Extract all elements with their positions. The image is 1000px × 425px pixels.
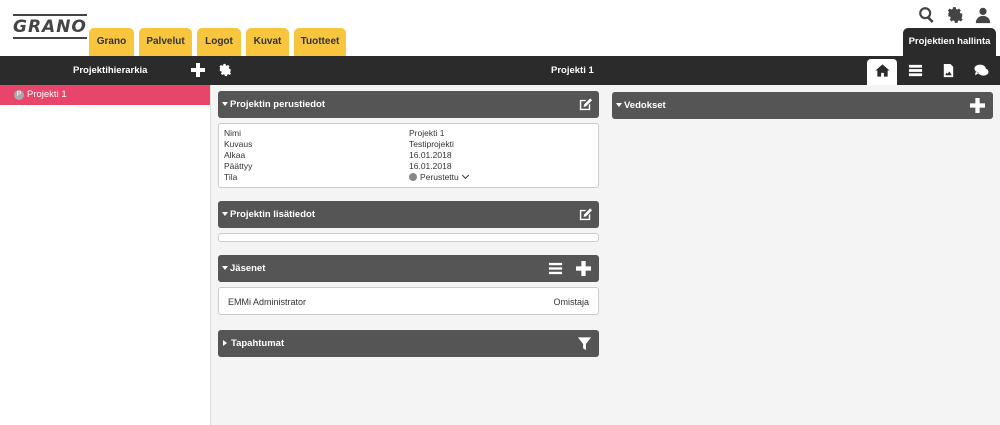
members-body: EMMi Administrator Omistaja xyxy=(218,287,599,315)
tab-palvelut[interactable]: Palvelut xyxy=(139,28,192,56)
basic-info-title: Projektin perustiedot xyxy=(230,99,326,110)
caret-down-icon xyxy=(222,266,228,271)
project-title: Projekti 1 xyxy=(551,65,594,76)
members-title: Jäsenet xyxy=(230,263,266,274)
extra-info-header[interactable]: Projektin lisätiedot xyxy=(218,201,599,228)
status-value: Perustettu xyxy=(420,172,459,182)
caret-right-icon xyxy=(223,340,227,347)
project-hierarchy-sidebar: P Projekti 1 xyxy=(0,85,211,425)
hierarchy-title: Projektihierarkia xyxy=(73,65,148,76)
view-tab-images[interactable] xyxy=(933,59,963,85)
label-description: Kuvaus xyxy=(224,139,253,149)
caret-down-icon xyxy=(222,212,228,217)
view-tab-comments[interactable] xyxy=(966,59,996,85)
extra-info-title: Projektin lisätiedot xyxy=(230,209,315,220)
label-name: Nimi xyxy=(224,128,241,138)
search-icon[interactable] xyxy=(918,6,936,24)
menu-icon[interactable] xyxy=(548,261,563,276)
member-role: Omistaja xyxy=(553,297,589,307)
label-start: Alkaa xyxy=(224,150,246,160)
grano-logo[interactable]: GRANO xyxy=(13,14,87,39)
label-status: Tila xyxy=(224,172,238,182)
view-tabs xyxy=(867,59,996,85)
edit-icon[interactable] xyxy=(578,207,593,222)
value-end: 16.01.2018 xyxy=(409,161,452,171)
caret-down-icon xyxy=(222,102,228,107)
project-badge: P xyxy=(14,90,24,100)
comments-icon xyxy=(973,63,989,81)
add-member-icon[interactable] xyxy=(576,261,591,276)
label-end: Päättyy xyxy=(224,161,253,171)
filter-icon[interactable] xyxy=(577,336,592,351)
add-proof-icon[interactable] xyxy=(970,98,985,113)
value-start: 16.01.2018 xyxy=(409,150,452,160)
caret-down-icon xyxy=(616,103,622,108)
list-icon xyxy=(908,63,923,81)
user-icon[interactable] xyxy=(974,6,992,24)
members-header[interactable]: Jäsenet xyxy=(218,255,599,282)
member-name: EMMi Administrator xyxy=(228,297,307,307)
events-title: Tapahtumat xyxy=(231,338,285,349)
basic-info-body: Nimi Projekti 1 Kuvaus Testiprojekti Alk… xyxy=(218,123,599,188)
content-area: Projektin perustiedot Nimi Projekti 1 Ku… xyxy=(211,85,1000,425)
value-description: Testiprojekti xyxy=(409,139,454,149)
home-icon xyxy=(874,63,890,81)
status-dropdown[interactable]: Perustettu xyxy=(409,171,469,182)
tab-project-management[interactable]: Projektien hallinta xyxy=(903,28,996,56)
tab-tuotteet[interactable]: Tuotteet xyxy=(294,28,346,56)
top-icons xyxy=(918,6,992,24)
gear-icon[interactable] xyxy=(946,6,964,24)
settings-gear-icon[interactable] xyxy=(218,63,232,77)
main-toolbar: Projektihierarkia Projekti 1 xyxy=(0,56,1000,85)
value-name: Projekti 1 xyxy=(409,128,445,138)
proofs-header[interactable]: Vedokset xyxy=(612,92,993,119)
tab-kuvat[interactable]: Kuvat xyxy=(246,28,289,56)
sidebar-item-project-1[interactable]: P Projekti 1 xyxy=(0,85,210,105)
view-tab-list[interactable] xyxy=(900,59,930,85)
basic-info-header[interactable]: Projektin perustiedot xyxy=(218,91,599,118)
image-icon xyxy=(941,63,956,81)
edit-icon[interactable] xyxy=(578,97,593,112)
view-tab-home[interactable] xyxy=(867,59,897,85)
chevron-down-icon xyxy=(461,171,469,180)
status-dot-icon xyxy=(409,173,417,181)
sidebar-item-label: Projekti 1 xyxy=(27,89,67,100)
main-nav-tabs: Grano Palvelut Logot Kuvat Tuotteet xyxy=(89,28,351,56)
tab-logot[interactable]: Logot xyxy=(197,28,241,56)
events-header[interactable]: Tapahtumat xyxy=(218,330,599,357)
top-bar: GRANO Grano Palvelut Logot Kuvat Tuottee… xyxy=(0,0,1000,56)
proofs-title: Vedokset xyxy=(624,100,666,111)
tab-grano[interactable]: Grano xyxy=(89,28,134,56)
extra-info-body xyxy=(218,233,599,242)
add-project-icon[interactable] xyxy=(191,63,205,77)
